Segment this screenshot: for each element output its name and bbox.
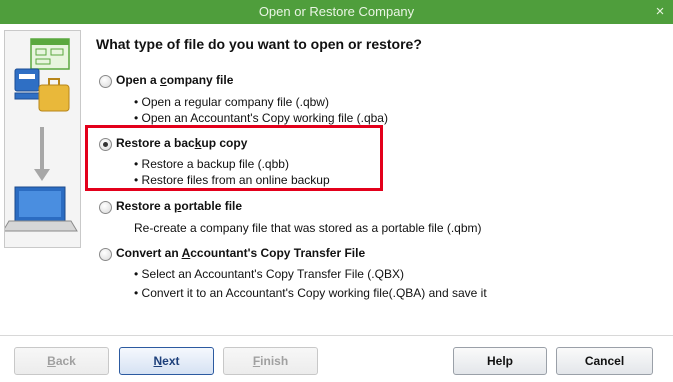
option-bullet: Re-create a company file that was stored… — [134, 221, 482, 235]
radio-open-company-file[interactable] — [99, 75, 112, 88]
window-title: Open or Restore Company — [258, 4, 415, 19]
access-key: N — [153, 354, 163, 368]
option-bullet: • Convert it to an Accountant's Copy wor… — [134, 286, 487, 300]
option-title-text: Open a — [116, 73, 161, 87]
highlight-box — [85, 125, 383, 191]
option-bullet: • Select an Accountant's Copy Transfer F… — [134, 267, 404, 281]
option-title-restore-portable-file[interactable]: Restore a portable file — [116, 199, 242, 213]
option-bullet: • Open an Accountant's Copy working file… — [134, 111, 388, 125]
option-title-text: Restore a — [116, 199, 175, 213]
radio-restore-portable-file[interactable] — [99, 201, 112, 214]
illustration-panel — [2, 30, 81, 248]
option-title-text: ortable file — [181, 199, 243, 213]
close-icon[interactable]: × — [653, 0, 667, 24]
option-title-text: ccountant's Copy Transfer File — [190, 246, 366, 260]
title-bar: Open or Restore Company × — [0, 0, 673, 24]
help-button[interactable]: Help — [453, 347, 547, 375]
access-key: A — [181, 246, 191, 260]
access-key: B — [47, 354, 56, 368]
page-question: What type of file do you want to open or… — [96, 36, 422, 52]
option-desc-open-company-file: • Open a regular company file (.qbw) • O… — [134, 94, 388, 126]
next-button[interactable]: Next — [119, 347, 214, 375]
option-title-open-company-file[interactable]: Open a company file — [116, 73, 233, 87]
option-desc-convert-transfer-file: • Select an Accountant's Copy Transfer F… — [134, 266, 487, 301]
finish-button[interactable]: Finish — [223, 347, 318, 375]
footer-divider — [0, 335, 673, 336]
option-title-convert-transfer-file[interactable]: Convert an Accountant's Copy Transfer Fi… — [116, 246, 365, 260]
option-title-text: ompany file — [166, 73, 234, 87]
access-key: c — [160, 73, 167, 87]
back-button[interactable]: Back — [14, 347, 109, 375]
cancel-button[interactable]: Cancel — [556, 347, 653, 375]
option-title-text: Convert an — [116, 246, 182, 260]
option-desc-restore-portable-file: Re-create a company file that was stored… — [134, 220, 482, 236]
file-to-laptop-illustration — [2, 38, 78, 232]
button-label: ext — [162, 354, 180, 368]
radio-convert-transfer-file[interactable] — [99, 248, 112, 261]
button-label: inish — [260, 354, 289, 368]
option-bullet: • Open a regular company file (.qbw) — [134, 95, 329, 109]
button-label: ack — [55, 354, 76, 368]
